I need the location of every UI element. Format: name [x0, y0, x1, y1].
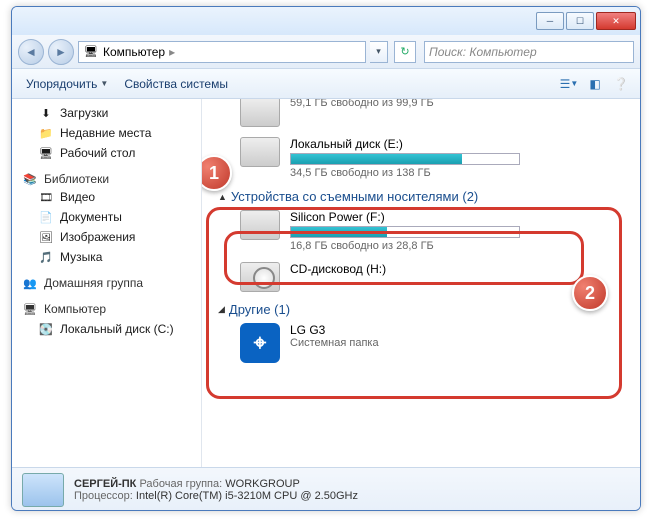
drive-stat: 16,8 ГБ свободно из 28,8 ГБ: [290, 240, 632, 252]
capacity-bar: [290, 226, 520, 238]
cd-drive-icon: [240, 262, 280, 292]
titlebar: ─ ☐ ✕: [12, 7, 640, 35]
view-options-button[interactable]: ☰▼: [556, 73, 582, 95]
sidebar-item-computer[interactable]: 🖥Компьютер: [16, 299, 197, 319]
music-icon: 🎵: [38, 249, 54, 265]
sidebar-header-libraries[interactable]: 📚Библиотеки: [12, 171, 201, 187]
annotation-badge-2: 2: [572, 275, 608, 311]
device-lg-g3[interactable]: ⌖ LG G3 Системная папка: [240, 323, 632, 363]
sidebar-item-local-disk-c[interactable]: 💽Локальный диск (C:): [12, 319, 201, 339]
toolbar: Упорядочить▼ Свойства системы ☰▼ ◧ ❔: [12, 69, 640, 99]
sidebar-item-video[interactable]: 🎞Видео: [12, 187, 201, 207]
content-pane: 59,1 ГБ свободно из 99,9 ГБ Локальный ди…: [202, 99, 640, 467]
nav-pane: ⬇Загрузки 📁Недавние места 🖥Рабочий стол …: [12, 99, 202, 467]
explorer-window: ─ ☐ ✕ ◄ ► 🖥 Компьютер ▸ ▾ ↻ Поиск: Компь…: [11, 6, 641, 511]
group-other[interactable]: ◢Другие (1): [218, 302, 632, 317]
recent-icon: 📁: [38, 125, 54, 141]
organize-button[interactable]: Упорядочить▼: [18, 74, 116, 94]
sidebar-item-desktop[interactable]: 🖥Рабочий стол: [12, 143, 201, 163]
pictures-icon: 🖼: [38, 229, 54, 245]
address-dropdown[interactable]: ▾: [370, 41, 388, 63]
device-sub: Системная папка: [290, 337, 632, 349]
forward-button[interactable]: ►: [48, 39, 74, 65]
computer-large-icon: [22, 473, 64, 507]
maximize-button[interactable]: ☐: [566, 12, 594, 30]
drive-label: Silicon Power (F:): [290, 210, 632, 224]
back-button[interactable]: ◄: [18, 39, 44, 65]
libraries-icon: 📚: [22, 171, 38, 187]
drive-stat: 34,5 ГБ свободно из 138 ГБ: [290, 167, 632, 179]
workgroup-label: Рабочая группа:: [139, 478, 222, 490]
computer-icon: 🖥: [22, 301, 38, 317]
search-placeholder: Поиск: Компьютер: [429, 45, 537, 59]
sidebar-item-music[interactable]: 🎵Музыка: [12, 247, 201, 267]
address-bar: ◄ ► 🖥 Компьютер ▸ ▾ ↻ Поиск: Компьютер: [12, 35, 640, 69]
computer-name: СЕРГЕЙ-ПК: [74, 478, 136, 490]
drive-icon: 💽: [38, 321, 54, 337]
sidebar-item-downloads[interactable]: ⬇Загрузки: [12, 103, 201, 123]
bluetooth-icon: ⌖: [240, 323, 280, 363]
downloads-icon: ⬇: [38, 105, 54, 121]
workgroup-value: WORKGROUP: [225, 478, 300, 490]
drive-label: CD-дисковод (H:): [290, 262, 632, 276]
details-pane: СЕРГЕЙ-ПК Рабочая группа: WORKGROUP Проц…: [12, 467, 640, 511]
minimize-button[interactable]: ─: [536, 12, 564, 30]
address-location: Компьютер: [103, 45, 165, 59]
group-removable[interactable]: ▲Устройства со съемными носителями (2): [218, 189, 632, 204]
hdd-icon: [240, 137, 280, 167]
documents-icon: 📄: [38, 209, 54, 225]
homegroup-icon: 👥: [22, 275, 38, 291]
removable-drive-icon: [240, 210, 280, 240]
video-icon: 🎞: [38, 189, 54, 205]
window-body: ⬇Загрузки 📁Недавние места 🖥Рабочий стол …: [12, 99, 640, 467]
breadcrumb-arrow: ▸: [169, 45, 175, 59]
collapse-icon: ◢: [218, 304, 225, 315]
drive-f[interactable]: Silicon Power (F:) 16,8 ГБ свободно из 2…: [240, 210, 632, 252]
address-box[interactable]: 🖥 Компьютер ▸: [78, 41, 366, 63]
preview-pane-button[interactable]: ◧: [582, 73, 608, 95]
capacity-bar: [290, 153, 520, 165]
annotation-badge-1: 1: [202, 155, 232, 191]
drive-stat: 59,1 ГБ свободно из 99,9 ГБ: [290, 99, 632, 109]
refresh-button[interactable]: ↻: [394, 41, 416, 63]
search-input[interactable]: Поиск: Компьютер: [424, 41, 634, 63]
drive-label: Локальный диск (E:): [290, 137, 632, 151]
sidebar-item-documents[interactable]: 📄Документы: [12, 207, 201, 227]
sidebar-header-homegroup[interactable]: 👥Домашняя группа: [12, 275, 201, 291]
hdd-icon: [240, 99, 280, 127]
close-button[interactable]: ✕: [596, 12, 636, 30]
sidebar-item-recent[interactable]: 📁Недавние места: [12, 123, 201, 143]
drive-partial[interactable]: 59,1 ГБ свободно из 99,9 ГБ: [240, 99, 632, 127]
drive-e[interactable]: Локальный диск (E:) 34,5 ГБ свободно из …: [240, 137, 632, 179]
cpu-label: Процессор:: [74, 490, 133, 502]
desktop-icon: 🖥: [38, 145, 54, 161]
help-button[interactable]: ❔: [608, 73, 634, 95]
computer-icon: 🖥: [83, 44, 99, 60]
device-label: LG G3: [290, 323, 632, 337]
system-properties-button[interactable]: Свойства системы: [116, 74, 236, 94]
sidebar-item-pictures[interactable]: 🖼Изображения: [12, 227, 201, 247]
collapse-icon: ▲: [218, 192, 227, 202]
cpu-value: Intel(R) Core(TM) i5-3210M CPU @ 2.50GHz: [136, 490, 358, 502]
